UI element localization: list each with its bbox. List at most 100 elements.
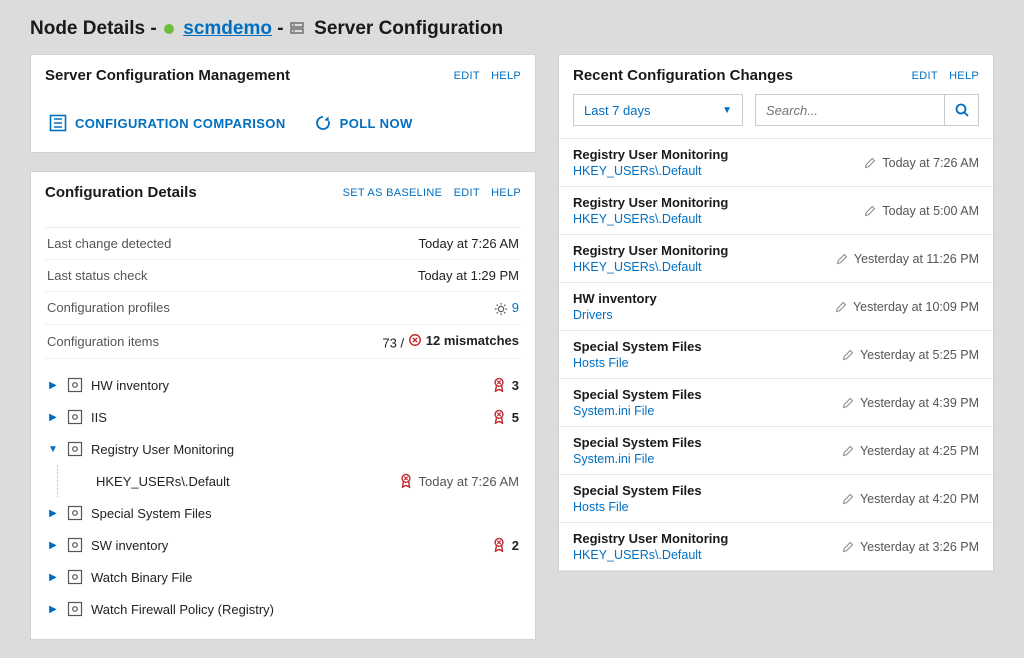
mgmt-panel: Server Configuration Management EDIT HEL… <box>30 54 536 153</box>
change-sub-link[interactable]: System.ini File <box>573 452 702 466</box>
caret-icon[interactable]: ▶ <box>47 604 59 615</box>
search-input[interactable] <box>766 103 944 118</box>
tree-label: Watch Firewall Policy (Registry) <box>91 602 274 617</box>
compare-button[interactable]: CONFIGURATION COMPARISON <box>49 114 286 132</box>
changes-help-link[interactable]: HELP <box>949 70 979 82</box>
gear-box-icon <box>67 409 83 425</box>
items-row: Configuration items 73 / 12 mismatches <box>45 325 521 360</box>
caret-icon[interactable]: ▶ <box>47 540 59 551</box>
change-sub-link[interactable]: HKEY_USERs\.Default <box>573 212 728 226</box>
change-sub-link[interactable]: HKEY_USERs\.Default <box>573 164 728 178</box>
profiles-link[interactable]: 9 <box>512 300 519 315</box>
tree-row-firewall[interactable]: ▶ Watch Firewall Policy (Registry) <box>45 593 521 625</box>
badge-count: 3 <box>512 378 519 393</box>
change-title: Registry User Monitoring <box>573 195 728 210</box>
pencil-icon <box>836 253 848 265</box>
change-sub-link[interactable]: System.ini File <box>573 404 702 418</box>
change-time: Yesterday at 4:20 PM <box>842 483 979 514</box>
last-change-value: Today at 7:26 AM <box>419 236 519 251</box>
tree-label: SW inventory <box>91 538 168 553</box>
server-icon <box>289 21 305 37</box>
change-row[interactable]: Special System FilesSystem.ini FileYeste… <box>559 427 993 475</box>
details-edit-link[interactable]: EDIT <box>454 187 480 199</box>
gear-box-icon <box>67 569 83 585</box>
search-button[interactable] <box>944 95 978 125</box>
caret-icon[interactable]: ▶ <box>47 412 59 423</box>
last-check-value: Today at 1:29 PM <box>418 268 519 283</box>
change-row[interactable]: Special System FilesHosts FileYesterday … <box>559 475 993 523</box>
change-row[interactable]: Registry User Monitoring HKEY_USERs\.Defa… <box>559 139 993 187</box>
gear-box-icon <box>67 441 83 457</box>
gear-box-icon <box>67 377 83 393</box>
caret-icon[interactable]: ▶ <box>47 380 59 391</box>
details-title: Configuration Details <box>45 184 197 201</box>
pencil-icon <box>842 541 854 553</box>
last-change-row: Last change detected Today at 7:26 AM <box>45 228 521 260</box>
change-time: Today at 5:00 AM <box>864 195 979 226</box>
tree-label: IIS <box>91 410 107 425</box>
change-row[interactable]: Registry User Monitoring HKEY_USERs\.Defa… <box>559 523 993 571</box>
change-title: Special System Files <box>573 339 702 354</box>
items-mismatch: 12 mismatches <box>426 333 519 348</box>
badge-count: 2 <box>512 538 519 553</box>
last-check-row: Last status check Today at 1:29 PM <box>45 260 521 292</box>
change-row[interactable]: Registry User Monitoring HKEY_USERs\.Defa… <box>559 187 993 235</box>
gear-icon <box>494 302 508 316</box>
change-time: Yesterday at 3:26 PM <box>842 531 979 562</box>
change-time: Today at 7:26 AM <box>864 147 979 178</box>
baseline-link[interactable]: SET AS BASELINE <box>343 187 443 199</box>
gear-box-icon <box>67 537 83 553</box>
profiles-row: Configuration profiles 9 <box>45 292 521 325</box>
poll-button[interactable]: POLL NOW <box>314 114 413 132</box>
tree-child-row[interactable]: HKEY_USERs\.Default Today at 7:26 AM <box>96 465 521 497</box>
mgmt-edit-link[interactable]: EDIT <box>454 70 480 82</box>
change-sub-link[interactable]: Hosts File <box>573 356 702 370</box>
change-time: Yesterday at 11:26 PM <box>836 243 979 274</box>
change-sub-link[interactable]: Drivers <box>573 308 657 322</box>
config-tree: ▶ HW inventory 3 ▶ <box>45 369 521 625</box>
details-help-link[interactable]: HELP <box>491 187 521 199</box>
tree-label: Registry User Monitoring <box>91 442 234 457</box>
caret-icon[interactable]: ▶ <box>47 508 59 519</box>
page-title: Node Details - scmdemo - Server Configur… <box>30 18 994 40</box>
tree-row-registry[interactable]: ▼ Registry User Monitoring <box>45 433 521 465</box>
caret-down-icon[interactable]: ▼ <box>47 444 59 455</box>
change-title: Special System Files <box>573 387 702 402</box>
award-icon <box>492 377 506 393</box>
pencil-icon <box>842 493 854 505</box>
mgmt-help-link[interactable]: HELP <box>491 70 521 82</box>
tree-row-iis[interactable]: ▶ IIS 5 <box>45 401 521 433</box>
change-row[interactable]: Registry User MonitoringHKEY_USERs\.Defa… <box>559 235 993 283</box>
tree-row-hw[interactable]: ▶ HW inventory 3 <box>45 369 521 401</box>
caret-icon[interactable]: ▶ <box>47 572 59 583</box>
items-total: 73 <box>382 335 396 350</box>
award-icon <box>492 537 506 553</box>
change-title: Special System Files <box>573 435 702 450</box>
change-row[interactable]: Special System Files System.ini File Yeste… <box>559 379 993 427</box>
changes-title: Recent Configuration Changes <box>573 67 793 84</box>
tree-row-sw[interactable]: ▶ SW inventory 2 <box>45 529 521 561</box>
tree-row-special[interactable]: ▶ Special System Files <box>45 497 521 529</box>
change-row[interactable]: Special System Files Hosts File Yesterday … <box>559 331 993 379</box>
change-sub-link[interactable]: HKEY_USERs\.Default <box>573 260 728 274</box>
range-select[interactable]: Last 7 days ▼ <box>573 94 743 126</box>
last-change-label: Last change detected <box>47 236 171 251</box>
change-sub-link[interactable]: Hosts File <box>573 500 702 514</box>
gear-box-icon <box>67 601 83 617</box>
tree-row-binary[interactable]: ▶ Watch Binary File <box>45 561 521 593</box>
mgmt-title: Server Configuration Management <box>45 67 290 84</box>
change-time: Yesterday at 5:25 PM <box>842 339 979 370</box>
change-title: Registry User Monitoring <box>573 147 728 162</box>
change-title: Registry User Monitoring <box>573 531 728 546</box>
tree-label: Special System Files <box>91 506 212 521</box>
change-sub-link[interactable]: HKEY_USERs\.Default <box>573 548 728 562</box>
node-link[interactable]: scmdemo <box>183 18 272 39</box>
profiles-label: Configuration profiles <box>47 300 170 315</box>
award-icon <box>492 409 506 425</box>
change-row[interactable]: HW inventoryDriversYesterday at 10:09 PM <box>559 283 993 331</box>
poll-label: POLL NOW <box>340 116 413 131</box>
changes-edit-link[interactable]: EDIT <box>912 70 938 82</box>
items-sep: / <box>401 335 405 350</box>
change-time: Yesterday at 4:39 PM <box>842 387 979 418</box>
pencil-icon <box>864 205 876 217</box>
